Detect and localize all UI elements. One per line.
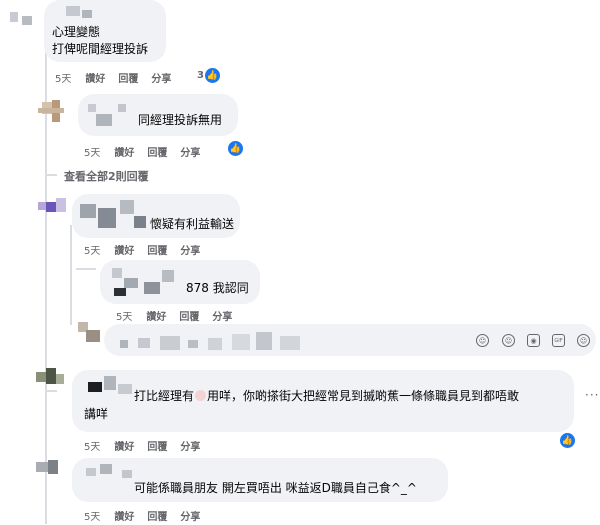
blurred-author-name[interactable] <box>104 264 186 300</box>
comment-text: 懷疑有利益輸送 <box>150 217 235 231</box>
thread-line-3 <box>45 174 57 176</box>
blurred-author-name[interactable] <box>78 372 138 400</box>
thread-line-nested <box>76 268 96 270</box>
comment-text: 同經理投訴無用 <box>138 113 223 127</box>
comment-text: 打比經理有 用咩，你啲搽街大把經常見到摵啲蕉一條條職員見到都唔敢 <box>134 389 520 403</box>
share-button[interactable]: 分享 <box>212 308 232 323</box>
comment-bubble: 可能係職員朋友 開左買唔出 咪益返D職員自己食^_^ <box>72 458 448 502</box>
comment-text: 心理變態 <box>52 25 101 39</box>
emoji-icon[interactable]: ☺ <box>502 334 515 347</box>
comment-text: 講咩 <box>84 407 109 421</box>
reply-button[interactable]: 回覆 <box>179 308 199 323</box>
blurred-author-name[interactable] <box>82 98 142 132</box>
avatar[interactable] <box>38 96 66 124</box>
share-button[interactable]: 分享 <box>180 144 200 159</box>
reply-button[interactable]: 回覆 <box>147 508 167 523</box>
comment-text: 可能係職員朋友 開左買唔出 咪益返D職員自己食^_^ <box>134 481 417 495</box>
avatar[interactable] <box>76 320 102 344</box>
comment-text: 878 我認同 <box>186 281 249 295</box>
share-button[interactable]: 分享 <box>180 242 200 257</box>
reply-composer[interactable]: ☺ ☺ ◉ GIF ☺ <box>104 324 596 356</box>
reply-button[interactable]: 回覆 <box>147 242 167 257</box>
share-button[interactable]: 分享 <box>151 70 171 85</box>
like-button[interactable]: 讚好 <box>114 144 134 159</box>
like-button[interactable]: 讚好 <box>85 70 105 85</box>
avatar[interactable] <box>36 456 66 480</box>
like-button[interactable]: 讚好 <box>146 308 166 323</box>
camera-icon[interactable]: ◉ <box>527 334 540 347</box>
like-reaction-icon[interactable]: 👍 <box>205 68 220 83</box>
comment-bubble: 同經理投訴無用 <box>78 94 238 136</box>
view-all-replies-link[interactable]: 查看全部2則回覆 <box>64 168 149 184</box>
share-button[interactable]: 分享 <box>180 438 200 453</box>
thread-line-4 <box>47 390 57 392</box>
timestamp[interactable]: 5天 <box>84 508 100 523</box>
avatar[interactable] <box>38 196 68 220</box>
reaction-count[interactable]: 3 <box>197 70 204 81</box>
avatar[interactable] <box>36 366 66 388</box>
timestamp[interactable]: 5天 <box>55 70 71 85</box>
comment-actions: 5天 讚好 回覆 分享 <box>55 70 184 85</box>
comment-bubble: 878 我認同 <box>100 260 260 304</box>
thread-line-2 <box>70 225 72 325</box>
sticker-icon[interactable]: ☺ <box>577 334 590 347</box>
timestamp[interactable]: 5天 <box>84 438 100 453</box>
share-button[interactable]: 分享 <box>180 508 200 523</box>
comment-text: 打俾呢間經理投訴 <box>52 42 149 56</box>
blurred-draft-text <box>110 330 320 352</box>
comment-actions: 5天 讚好 回覆 分享 <box>84 438 213 453</box>
timestamp[interactable]: 5天 <box>84 242 100 257</box>
comment-actions: 5天 讚好 回覆 分享 <box>84 242 213 257</box>
comment-actions: 5天 讚好 回覆 分享 <box>84 144 213 159</box>
thread-line-main <box>45 12 47 524</box>
emoji-icon <box>195 390 207 401</box>
more-options-button[interactable]: ··· <box>585 388 599 402</box>
blurred-author-name[interactable] <box>76 198 152 234</box>
reply-button[interactable]: 回覆 <box>147 144 167 159</box>
like-reaction-icon[interactable]: 👍 <box>560 433 575 448</box>
comment-actions: 5天 讚好 回覆 分享 <box>116 308 245 323</box>
comment-bubble: 打比經理有 用咩，你啲搽街大把經常見到摵啲蕉一條條職員見到都唔敢 講咩 <box>72 370 574 432</box>
like-button[interactable]: 讚好 <box>114 438 134 453</box>
comment-actions: 5天 讚好 回覆 分享 <box>84 508 213 523</box>
avatar-sticker-icon[interactable]: ☺ <box>476 334 489 347</box>
like-button[interactable]: 讚好 <box>114 508 134 523</box>
like-reaction-icon[interactable]: 👍 <box>228 141 243 156</box>
reply-button[interactable]: 回覆 <box>118 70 138 85</box>
avatar[interactable] <box>10 8 40 28</box>
blurred-author-name[interactable] <box>58 4 118 20</box>
blurred-author-name[interactable] <box>78 462 138 486</box>
reply-button[interactable]: 回覆 <box>147 438 167 453</box>
like-button[interactable]: 讚好 <box>114 242 134 257</box>
timestamp[interactable]: 5天 <box>84 144 100 159</box>
comment-bubble: 心理變態 打俾呢間經理投訴 <box>44 0 166 62</box>
gif-icon[interactable]: GIF <box>552 334 565 347</box>
timestamp[interactable]: 5天 <box>116 308 132 323</box>
comment-bubble: 懷疑有利益輸送 <box>72 194 240 238</box>
